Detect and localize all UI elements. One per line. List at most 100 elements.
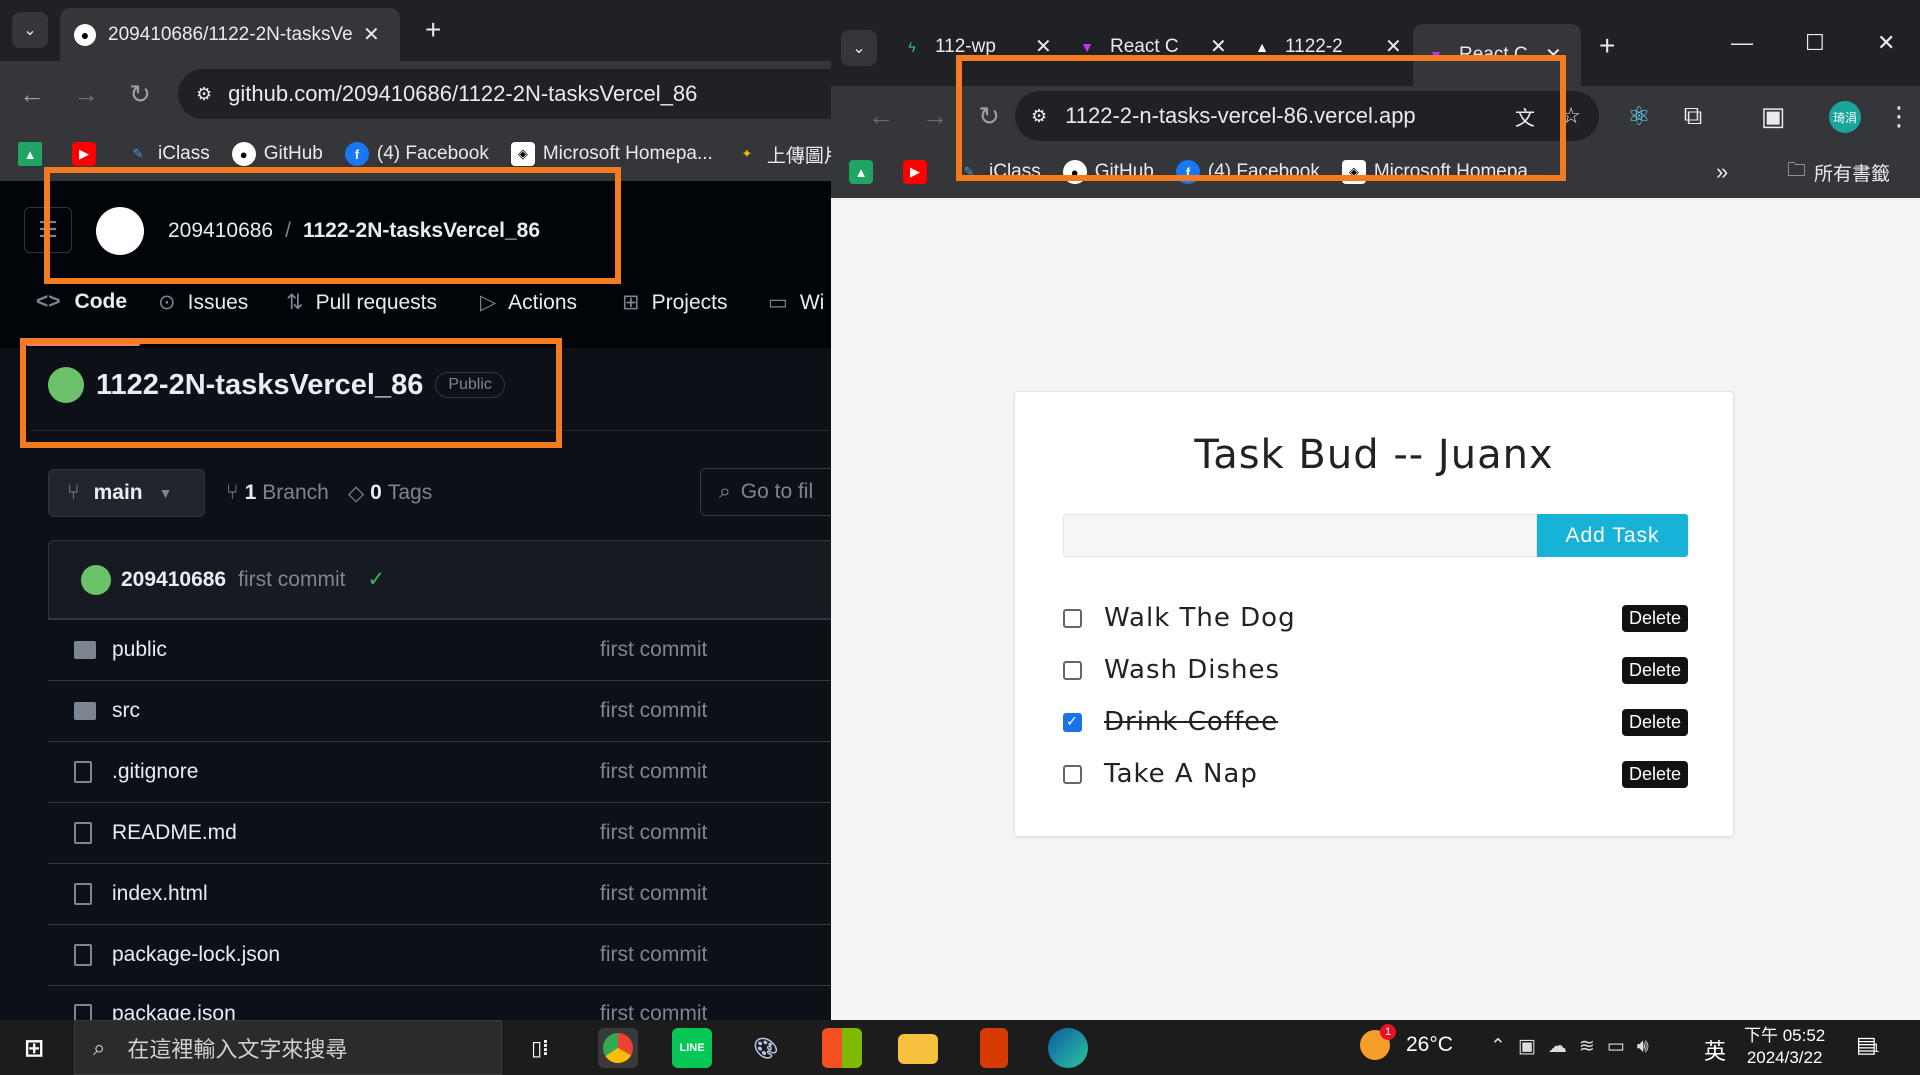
file-row[interactable]: package.json first commit bbox=[48, 985, 831, 1020]
bookmark-iclass[interactable]: ✎ iClass bbox=[126, 142, 210, 166]
task-view-icon[interactable]: ▯⁞ bbox=[520, 1028, 560, 1068]
new-tab-button[interactable]: + bbox=[425, 14, 441, 46]
commit-author[interactable]: 209410686 bbox=[121, 568, 226, 592]
clock[interactable]: 下午 05:52 2024/3/22 bbox=[1744, 1025, 1825, 1069]
line-icon[interactable]: LINE bbox=[672, 1028, 712, 1068]
tab-react-active[interactable]: ▼ React C ✕ bbox=[1413, 24, 1581, 86]
reload-icon[interactable]: ↻ bbox=[122, 76, 158, 112]
profile-avatar[interactable]: 琦涓 bbox=[1829, 101, 1861, 133]
bookmark-iclass[interactable]: ✎ iClass bbox=[957, 160, 1041, 184]
owner-link[interactable]: 209410686 bbox=[168, 219, 273, 243]
address-bar[interactable]: ⚙ github.com/209410686/1122-2N-tasksVerc… bbox=[178, 69, 831, 119]
repo-link[interactable]: 1122-2N-tasksVercel_86 bbox=[303, 219, 540, 243]
file-row[interactable]: .gitignore first commit bbox=[48, 741, 831, 802]
site-info-icon[interactable]: ⚙ bbox=[196, 84, 212, 105]
branches-link[interactable]: ⑂ 1 Branch bbox=[226, 481, 329, 505]
forward-icon[interactable]: → bbox=[68, 76, 104, 112]
tab-projects[interactable]: ⊞ Projects bbox=[622, 290, 727, 315]
close-tab-icon[interactable]: ✕ bbox=[363, 22, 380, 47]
file-row[interactable]: index.html first commit bbox=[48, 863, 831, 924]
tab-pull-requests[interactable]: ⇅ Pull requests bbox=[286, 290, 437, 315]
bookmark-microsoft[interactable]: ◈ Microsoft Homepa... bbox=[1341, 160, 1544, 184]
task-input[interactable] bbox=[1063, 514, 1537, 557]
tab-vercel[interactable]: ▲ 1122-2 ✕ bbox=[1251, 34, 1421, 59]
delete-button[interactable]: Delete bbox=[1621, 760, 1688, 788]
react-devtools-icon[interactable]: ⚛ bbox=[1621, 98, 1657, 134]
paint-icon[interactable]: 🎨︎ bbox=[746, 1028, 786, 1068]
youtube-bookmark-icon[interactable]: ▶ bbox=[903, 160, 935, 184]
tab-wiki[interactable]: ▭ Wi bbox=[768, 290, 824, 315]
tab-actions[interactable]: ▷ Actions bbox=[480, 290, 577, 315]
tab-react-1[interactable]: ▼ React C ✕ bbox=[1076, 34, 1246, 59]
drive-bookmark-icon[interactable]: ▲ bbox=[849, 160, 881, 184]
menu-button[interactable]: ☰ bbox=[24, 207, 72, 253]
bookmark-github[interactable]: ● GitHub bbox=[231, 142, 323, 166]
file-icon bbox=[74, 944, 92, 966]
taskbar-search[interactable]: ⌕ 在這裡輸入文字來搜尋 bbox=[74, 1020, 502, 1075]
delete-button[interactable]: Delete bbox=[1621, 604, 1688, 632]
file-explorer-icon[interactable] bbox=[898, 1034, 938, 1064]
ime-indicator[interactable]: 英 bbox=[1704, 1034, 1726, 1066]
tab-code[interactable]: <> Code bbox=[36, 290, 127, 314]
bookmark-facebook[interactable]: f (4) Facebook bbox=[1175, 160, 1320, 184]
site-info-icon[interactable]: ⚙ bbox=[1031, 106, 1047, 127]
minimize-button[interactable]: — bbox=[1731, 30, 1753, 56]
file-row[interactable]: package-lock.json first commit bbox=[48, 924, 831, 985]
office-icon[interactable] bbox=[980, 1028, 1008, 1068]
task-checkbox[interactable] bbox=[1063, 764, 1082, 784]
add-task-button[interactable]: Add Task bbox=[1537, 514, 1688, 557]
tab-issues[interactable]: ⊙ Issues bbox=[158, 290, 248, 315]
more-bookmarks-icon[interactable]: » bbox=[1716, 159, 1728, 185]
youtube-bookmark-icon[interactable]: ▶ bbox=[72, 142, 104, 166]
file-row[interactable]: public first commit bbox=[48, 619, 831, 680]
new-tab-button[interactable]: + bbox=[1599, 30, 1615, 62]
task-checkbox[interactable] bbox=[1063, 660, 1082, 680]
commit-message[interactable]: first commit bbox=[238, 568, 345, 592]
translate-icon[interactable]: 文 bbox=[1515, 102, 1535, 131]
weather-sun-icon: 1 bbox=[1360, 1024, 1396, 1060]
all-bookmarks[interactable]: 🗀 所有書籤 bbox=[1787, 156, 1890, 188]
menu-icon[interactable]: ⋮ bbox=[1881, 98, 1917, 134]
close-tab-icon[interactable]: ✕ bbox=[1035, 34, 1052, 59]
bookmark-facebook[interactable]: f (4) Facebook bbox=[344, 142, 489, 166]
maximize-button[interactable]: ☐ bbox=[1805, 30, 1825, 56]
bookmark-upload-image[interactable]: ✦上傳圖片 bbox=[735, 141, 831, 168]
edge-icon[interactable] bbox=[1048, 1028, 1088, 1068]
tab-112-wp[interactable]: ϟ 112-wp ✕ bbox=[901, 34, 1071, 59]
tab-search-icon[interactable]: ⌄ bbox=[841, 30, 877, 66]
branch-selector[interactable]: ⑂ main ▼ bbox=[48, 469, 205, 517]
drive-bookmark-icon[interactable]: ▲ bbox=[18, 142, 50, 166]
chrome-icon[interactable] bbox=[598, 1028, 638, 1068]
side-panel-icon[interactable]: ▣ bbox=[1755, 98, 1791, 134]
delete-button[interactable]: Delete bbox=[1621, 708, 1688, 736]
file-row[interactable]: src first commit bbox=[48, 680, 831, 741]
bookmark-star-icon[interactable]: ☆ bbox=[1561, 103, 1581, 129]
windows-start-icon[interactable]: ⊞ bbox=[14, 1028, 54, 1068]
forward-icon[interactable]: → bbox=[917, 98, 953, 134]
notification-center-icon[interactable]: ▤1 bbox=[1856, 1032, 1879, 1058]
go-to-file-input[interactable]: ⌕ Go to fil bbox=[700, 468, 831, 516]
bookmark-microsoft[interactable]: ◈ Microsoft Homepa... bbox=[510, 142, 713, 166]
address-bar[interactable]: ⚙ 1122-2-n-tasks-vercel-86.vercel.app 文 … bbox=[1015, 91, 1599, 141]
bookmark-github[interactable]: ● GitHub bbox=[1062, 160, 1154, 184]
close-tab-icon[interactable]: ✕ bbox=[1210, 34, 1227, 59]
actions-icon: ▷ bbox=[480, 291, 497, 314]
extensions-icon[interactable]: ⧉ bbox=[1675, 98, 1711, 134]
task-checkbox[interactable] bbox=[1063, 608, 1082, 628]
tab-search-icon[interactable]: ⌄ bbox=[12, 12, 48, 48]
weather-widget[interactable]: 1 26°C bbox=[1360, 1024, 1453, 1060]
store-icon[interactable] bbox=[822, 1028, 862, 1068]
close-tab-icon[interactable]: ✕ bbox=[1545, 43, 1562, 68]
file-row[interactable]: README.md first commit bbox=[48, 802, 831, 863]
system-tray-icons[interactable]: ⌃▣☁≋▭🔊︎ bbox=[1490, 1035, 1661, 1058]
close-window-button[interactable]: ✕ bbox=[1877, 30, 1895, 56]
delete-button[interactable]: Delete bbox=[1621, 656, 1688, 684]
back-icon[interactable]: ← bbox=[863, 98, 899, 134]
reload-icon[interactable]: ↻ bbox=[971, 98, 1007, 134]
tab-github[interactable]: ● 209410686/1122-2N-tasksVe ✕ bbox=[60, 8, 400, 61]
tags-link[interactable]: ◇ 0 Tags bbox=[348, 481, 432, 506]
back-icon[interactable]: ← bbox=[14, 76, 50, 112]
github-logo-icon[interactable] bbox=[96, 207, 144, 255]
task-checkbox-checked[interactable]: ✓ bbox=[1063, 712, 1082, 732]
close-tab-icon[interactable]: ✕ bbox=[1385, 34, 1402, 59]
